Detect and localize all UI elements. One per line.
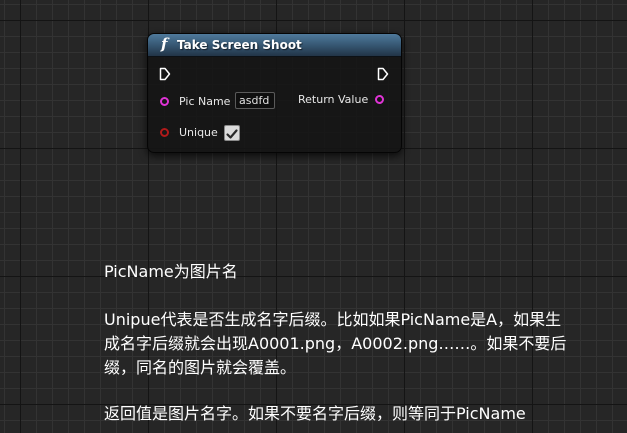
checkmark-icon: [226, 129, 238, 139]
caption-line: Unipue代表是否生成名字后缀。比如如果PicName是A，如果生: [104, 310, 562, 329]
return-value-label: Return Value: [298, 93, 369, 106]
return-value-pin-icon[interactable]: [375, 95, 384, 104]
exec-in-pin-icon[interactable]: [159, 67, 171, 81]
node-header[interactable]: f Take Screen Shoot: [148, 34, 401, 57]
pic-name-label: Pic Name: [179, 95, 231, 108]
function-icon: f: [161, 35, 168, 53]
unique-checkbox[interactable]: [224, 125, 240, 141]
pic-name-pin-icon[interactable]: [160, 97, 169, 106]
unique-label: Unique: [179, 126, 218, 139]
node-title: Take Screen Shoot: [177, 38, 302, 52]
caption-line: 返回值是图片名字。如果不要名字后缀，则等同于PicName: [104, 404, 526, 423]
caption-line: 缀，同名的图片就会覆盖。: [104, 358, 297, 377]
caption-line: PicName为图片名: [104, 262, 238, 281]
unique-pin-icon[interactable]: [160, 128, 169, 137]
take-screen-shoot-node[interactable]: f Take Screen Shoot Pic Name asdfd Retur…: [147, 33, 402, 153]
exec-out-pin-icon[interactable]: [377, 67, 389, 81]
pic-name-input[interactable]: asdfd: [235, 92, 275, 109]
caption-line: 成名字后缀就会出现A0001.png，A0002.png……。如果不要后: [104, 334, 567, 353]
